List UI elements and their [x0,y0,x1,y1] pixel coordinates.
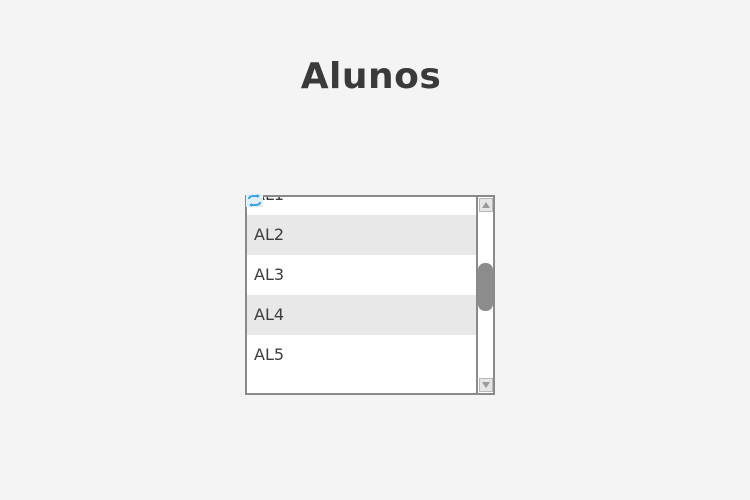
vertical-scrollbar[interactable] [476,197,493,393]
list-viewport: AL1 AL2 AL3 AL4 AL5 [247,197,476,393]
list-item-al2[interactable]: AL2 [247,215,476,255]
scroll-thumb[interactable] [478,263,493,311]
sync-icon [246,194,263,207]
list-item-al1[interactable]: AL1 [247,197,476,215]
arrow-down-icon [482,382,490,388]
scroll-up-button[interactable] [479,198,493,212]
list-item-al4[interactable]: AL4 [247,295,476,335]
list-items: AL1 AL2 AL3 AL4 AL5 [247,197,476,375]
students-listbox[interactable]: AL1 AL2 AL3 AL4 AL5 [245,195,495,395]
list-item-al3[interactable]: AL3 [247,255,476,295]
page-title: Alunos [300,56,442,97]
scroll-down-button[interactable] [479,378,493,392]
list-item-al5[interactable]: AL5 [247,335,476,375]
arrow-up-icon [482,202,490,208]
